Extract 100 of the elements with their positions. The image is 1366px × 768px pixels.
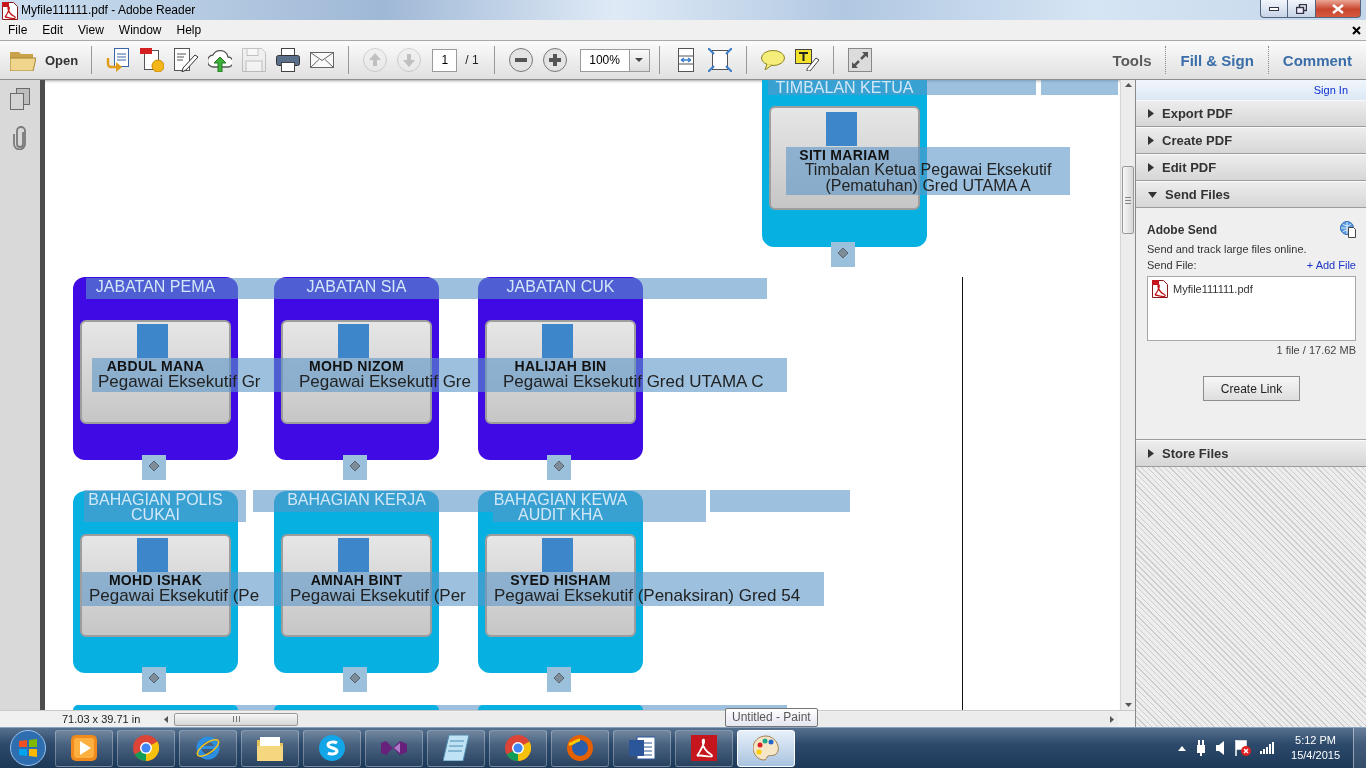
plug-icon[interactable]	[1195, 740, 1208, 756]
sign-in-link[interactable]: Sign In	[1313, 84, 1348, 96]
pages-icon	[10, 88, 30, 110]
file-list[interactable]: Myfile111111.pdf	[1147, 276, 1356, 341]
menu-item[interactable]: Help	[169, 20, 209, 40]
printer-icon	[276, 48, 301, 72]
page-arrows-icon	[707, 48, 732, 72]
scroll-down-arrow-icon[interactable]	[1124, 703, 1132, 707]
job-title: Pegawai Eksekutif (Penaksiran) Gred 54	[494, 587, 801, 604]
close-icon	[1332, 3, 1344, 14]
scroll-thumb[interactable]	[174, 712, 298, 726]
panel-heading: Adobe Send	[1147, 222, 1217, 237]
flag-cross-icon[interactable]	[1235, 740, 1252, 756]
connector-handle-icon	[547, 455, 571, 480]
menu-item[interactable]: View	[71, 20, 111, 40]
page-thumbnails-button[interactable]	[10, 88, 30, 110]
triangle-up-icon[interactable]	[1178, 745, 1187, 751]
task-tab[interactable]: Fill & Sign	[1166, 46, 1268, 74]
person-name: AMNAH BINT	[310, 573, 403, 587]
task-tab[interactable]: Comment	[1268, 46, 1366, 74]
menu-item[interactable]: Edit	[35, 20, 71, 40]
color-wheel-icon	[505, 735, 531, 761]
pdf-file-icon	[2, 2, 18, 20]
page-number-field[interactable]: 1	[432, 48, 458, 72]
fit-page-icon	[675, 48, 696, 72]
menu-item[interactable]: File	[1, 20, 35, 40]
close-button[interactable]	[1316, 0, 1361, 18]
restore-button[interactable]	[1288, 0, 1316, 18]
connector-handle-icon	[831, 242, 855, 267]
pane-section-header[interactable]: Edit PDF	[1136, 154, 1366, 181]
taskbar-button[interactable]	[303, 729, 361, 767]
notepad-icon	[443, 735, 469, 761]
connector-handle-icon	[343, 455, 367, 480]
speech-bubble-icon	[760, 50, 785, 70]
file-list-item[interactable]: Myfile111111.pdf	[1152, 280, 1253, 298]
globe-document-icon[interactable]	[1340, 221, 1356, 238]
person-name: HALIJAH BIN	[514, 359, 607, 373]
department-heading: JABATAN CUK	[506, 279, 615, 295]
clock-date[interactable]: 15/4/2015	[1291, 748, 1340, 763]
taskbar-button[interactable]	[179, 729, 237, 767]
department-heading: BAHAGIAN POLIS CUKAI	[88, 492, 223, 522]
attachments-button[interactable]	[13, 126, 27, 150]
clock-time[interactable]: 5:12 PM	[1295, 733, 1336, 748]
photo-placeholder	[137, 538, 168, 572]
window-title: Myfile111111.pdf - Adobe Reader	[21, 2, 196, 19]
department-heading: BAHAGIAN KEWA AUDIT KHA	[493, 492, 628, 522]
photo-placeholder	[338, 538, 369, 572]
menu-item[interactable]: Window	[111, 20, 169, 40]
photo-placeholder	[542, 324, 573, 358]
scroll-right-arrow-icon[interactable]	[1110, 715, 1114, 723]
taskbar-button[interactable]	[489, 729, 547, 767]
pane-section-header[interactable]: Export PDF	[1136, 100, 1366, 127]
minimize-button[interactable]	[1260, 0, 1288, 18]
department-heading: JABATAN SIA	[306, 279, 407, 295]
person-name: MOHD ISHAK	[108, 573, 203, 587]
up-arrow-circle-icon	[363, 48, 388, 72]
add-file-link[interactable]: + Add File	[1306, 259, 1356, 271]
job-title: Pegawai Eksekutif Gr	[98, 373, 261, 390]
document-pen-icon	[174, 48, 199, 72]
paperclip-icon	[13, 126, 27, 150]
task-tab[interactable]: Tools	[1098, 46, 1166, 74]
zoom-field[interactable]: 100%	[579, 48, 630, 72]
field-label: Send File:	[1147, 259, 1197, 271]
taskbar-button[interactable]	[737, 729, 795, 767]
job-title: Pegawai Eksekutif (Pe	[89, 587, 260, 604]
scroll-left-arrow-icon[interactable]	[164, 715, 168, 723]
expand-arrows-icon	[847, 48, 872, 72]
speaker-icon[interactable]	[1216, 741, 1227, 755]
zoom-dropdown-button[interactable]	[629, 48, 650, 72]
person-name: MOHD NIZOM	[309, 359, 404, 373]
close-document-button[interactable]	[1352, 25, 1361, 35]
scroll-up-arrow-icon[interactable]	[1124, 83, 1132, 87]
taskbar-button[interactable]	[427, 729, 485, 767]
open-button[interactable]: Open	[6, 45, 83, 75]
job-title: Timbalan Ketua Pegawai Eksekutif (Pematuhan) Gred UTAMA A	[804, 162, 1052, 194]
tooltip: Untitled - Paint	[725, 708, 818, 727]
scroll-thumb[interactable]	[1122, 166, 1134, 234]
create-link-button[interactable]: Create Link	[1203, 376, 1300, 401]
orb-icon	[10, 730, 46, 766]
taskbar-button[interactable]	[675, 729, 733, 767]
photo-placeholder	[338, 324, 369, 358]
pane-section-header[interactable]: Send Files	[1136, 181, 1366, 208]
signal-bars-icon[interactable]	[1260, 742, 1275, 754]
down-arrow-circle-icon	[397, 48, 422, 72]
taskbar-button[interactable]	[613, 729, 671, 767]
color-wheel-icon	[133, 735, 159, 761]
pane-section-header[interactable]: Create PDF	[1136, 127, 1366, 154]
restore-icon	[1296, 3, 1307, 14]
connector-handle-icon	[142, 667, 166, 692]
curve-tile-icon	[691, 735, 717, 761]
taskbar-button[interactable]	[241, 729, 299, 767]
cloud-upload-icon	[208, 48, 233, 72]
folder-icon	[257, 735, 283, 761]
job-title: Pegawai Eksekutif (Per	[290, 587, 466, 604]
show-desktop-button[interactable]	[1353, 728, 1366, 768]
taskbar-button[interactable]	[117, 729, 175, 767]
pane-section-header[interactable]: Store Files	[1136, 440, 1366, 467]
vertical-scrollbar[interactable]	[1120, 80, 1135, 710]
taskbar-button[interactable]	[55, 729, 113, 767]
horizontal-scrollbar[interactable]	[160, 711, 1118, 727]
